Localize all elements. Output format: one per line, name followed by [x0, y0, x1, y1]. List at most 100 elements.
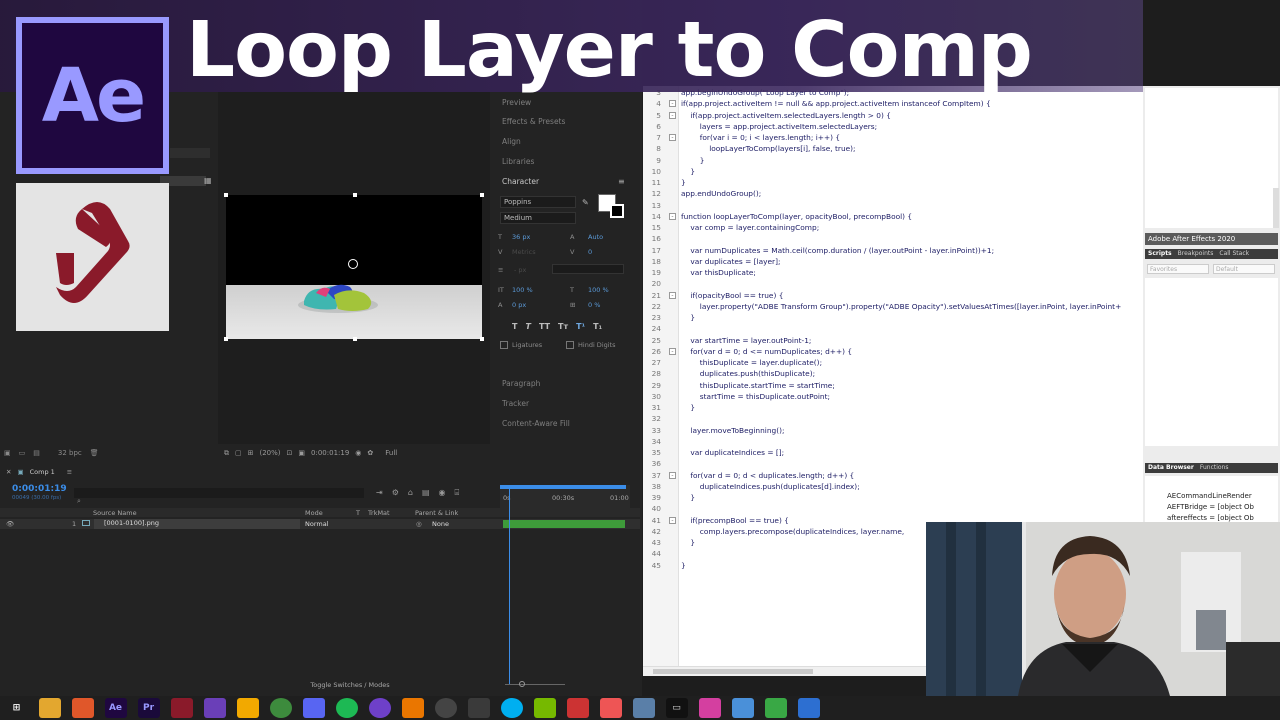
- code-line[interactable]: var startTime = layer.outPoint-1;: [681, 336, 811, 345]
- faux-italic-button[interactable]: T: [525, 322, 530, 331]
- channel-icon[interactable]: ✿: [367, 449, 373, 457]
- fold-toggle-icon[interactable]: -: [669, 111, 676, 119]
- snapshot-icon[interactable]: ⧉: [224, 449, 229, 458]
- font-size-field[interactable]: 36 px: [512, 233, 530, 241]
- fold-toggle-icon[interactable]: -: [669, 134, 676, 141]
- col-mode[interactable]: Mode: [305, 509, 323, 517]
- terminal-icon[interactable]: ▭: [665, 698, 688, 718]
- code-line[interactable]: thisDuplicate = layer.duplicate();: [681, 358, 822, 367]
- premiere-icon[interactable]: Pr: [137, 698, 160, 718]
- favorites-dropdown[interactable]: Favorites: [1147, 264, 1209, 274]
- font-style-dropdown[interactable]: Medium: [500, 212, 576, 224]
- col-source-name[interactable]: Source Name: [93, 509, 137, 517]
- origin-icon[interactable]: [599, 698, 622, 718]
- handle[interactable]: [353, 193, 357, 197]
- zoom-slider[interactable]: [495, 681, 575, 689]
- calculator-icon[interactable]: [797, 698, 820, 718]
- leading-field[interactable]: Auto: [588, 233, 603, 241]
- extendscript-icon[interactable]: [170, 698, 193, 718]
- panel-content-aware[interactable]: Content-Aware Fill: [502, 419, 570, 428]
- slack-icon[interactable]: [269, 698, 292, 718]
- tab-breakpoints[interactable]: Breakpoints: [1178, 250, 1214, 258]
- inkscape-icon[interactable]: [764, 698, 787, 718]
- viewer-time[interactable]: 0:00:01:19: [311, 449, 349, 457]
- nvidia-icon[interactable]: [533, 698, 556, 718]
- code-line[interactable]: }: [681, 561, 686, 570]
- draft-3d-icon[interactable]: ⚙: [392, 488, 399, 498]
- code-line[interactable]: layers = app.project.activeItem.selected…: [681, 122, 877, 131]
- anchor-point-icon[interactable]: [348, 259, 358, 269]
- motion-blur-icon[interactable]: ◉: [439, 488, 446, 498]
- github-icon[interactable]: [368, 698, 391, 718]
- zoom-dropdown[interactable]: (20%): [260, 449, 281, 457]
- col-t[interactable]: T: [356, 509, 360, 517]
- interpret-icon[interactable]: ▣: [4, 449, 11, 457]
- trash-icon[interactable]: 🗑: [90, 449, 99, 457]
- timeline-search[interactable]: ⌕: [74, 488, 364, 505]
- notepad-icon[interactable]: [731, 698, 754, 718]
- target-app[interactable]: Adobe After Effects 2020: [1145, 233, 1278, 245]
- bpc-label[interactable]: 32 bpc: [58, 449, 82, 457]
- work-area-bar[interactable]: [500, 485, 626, 489]
- code-line[interactable]: if(opacityBool == true) {: [681, 291, 783, 300]
- pickwhip-icon[interactable]: ◎: [416, 520, 422, 528]
- tracking-field[interactable]: 0: [588, 248, 592, 256]
- code-line[interactable]: layer.property("ADBE Transform Group").p…: [681, 302, 1122, 311]
- code-line[interactable]: startTime = thisDuplicate.outPoint;: [681, 392, 830, 401]
- code-line[interactable]: function loopLayerToComp(layer, opacityB…: [681, 212, 912, 221]
- code-line[interactable]: if(app.project.activeItem.selectedLayers…: [681, 111, 891, 120]
- comp-frame[interactable]: [226, 195, 482, 339]
- shy-icon[interactable]: ⌂: [408, 488, 413, 498]
- col-trkmat[interactable]: TrkMat: [368, 509, 390, 517]
- code-line[interactable]: duplicates.push(thisDuplicate);: [681, 369, 815, 378]
- console-pane[interactable]: [1145, 88, 1278, 228]
- transparency-icon[interactable]: ▣: [298, 449, 305, 457]
- all-caps-button[interactable]: TT: [539, 322, 550, 331]
- handle[interactable]: [224, 337, 228, 341]
- playhead[interactable]: [509, 485, 510, 685]
- fold-toggle-icon[interactable]: -: [669, 291, 676, 299]
- panel-effects[interactable]: Effects & Presets: [502, 117, 565, 126]
- windows-start-icon[interactable]: ⊞: [6, 698, 28, 718]
- code-line[interactable]: comp.layers.precompose(duplicateIndices,…: [681, 527, 904, 536]
- data-item[interactable]: aftereffects = [object Ob: [1167, 514, 1254, 522]
- code-line[interactable]: for(var d = 0; d <= numDuplicates; d++) …: [681, 347, 852, 356]
- file-explorer-icon[interactable]: [38, 698, 61, 718]
- baseline-field[interactable]: 0 px: [512, 301, 526, 309]
- code-line[interactable]: for(var d = 0; d < duplicates.length; d+…: [681, 471, 854, 480]
- fold-toggle-icon[interactable]: -: [669, 347, 676, 355]
- close-tab-icon[interactable]: ✕: [6, 468, 11, 476]
- code-line[interactable]: layer.moveToBeginning();: [681, 426, 784, 435]
- spotify-icon[interactable]: [335, 698, 358, 718]
- time-ruler[interactable]: 0s 00:30s 01:00: [500, 485, 630, 509]
- panel-paragraph[interactable]: Paragraph: [502, 379, 540, 388]
- code-line[interactable]: }: [681, 178, 686, 187]
- code-line[interactable]: }: [681, 156, 705, 165]
- subscript-button[interactable]: T₁: [593, 322, 602, 331]
- handle[interactable]: [353, 337, 357, 341]
- handle[interactable]: [480, 337, 484, 341]
- faux-bold-button[interactable]: T: [512, 322, 517, 331]
- handle[interactable]: [480, 193, 484, 197]
- quality-dropdown[interactable]: Full: [385, 449, 397, 457]
- visual-studio-icon[interactable]: [203, 698, 226, 718]
- kerning-field[interactable]: Metrics: [512, 248, 536, 256]
- instagram-icon[interactable]: [698, 698, 721, 718]
- blender-icon[interactable]: [401, 698, 424, 718]
- hscale-field[interactable]: 100 %: [588, 286, 609, 294]
- tab-functions[interactable]: Functions: [1200, 464, 1229, 472]
- vscale-field[interactable]: 100 %: [512, 286, 533, 294]
- layer-mode-dropdown[interactable]: Normal: [305, 520, 329, 528]
- eyedropper-icon[interactable]: ✎: [582, 198, 589, 207]
- code-line[interactable]: thisDuplicate.startTime = startTime;: [681, 381, 835, 390]
- code-line[interactable]: var thisDuplicate;: [681, 268, 755, 277]
- brave-browser-icon[interactable]: [71, 698, 94, 718]
- tab-menu-icon[interactable]: ≡: [67, 468, 72, 476]
- new-comp-icon[interactable]: ▤: [33, 449, 40, 457]
- code-line[interactable]: if(precompBool == true) {: [681, 516, 789, 525]
- streamdeck-icon[interactable]: [566, 698, 589, 718]
- col-parent[interactable]: Parent & Link: [415, 509, 458, 517]
- superscript-button[interactable]: T¹: [576, 322, 585, 331]
- tab-data-browser[interactable]: Data Browser: [1148, 464, 1194, 472]
- panel-preview[interactable]: Preview: [502, 98, 531, 107]
